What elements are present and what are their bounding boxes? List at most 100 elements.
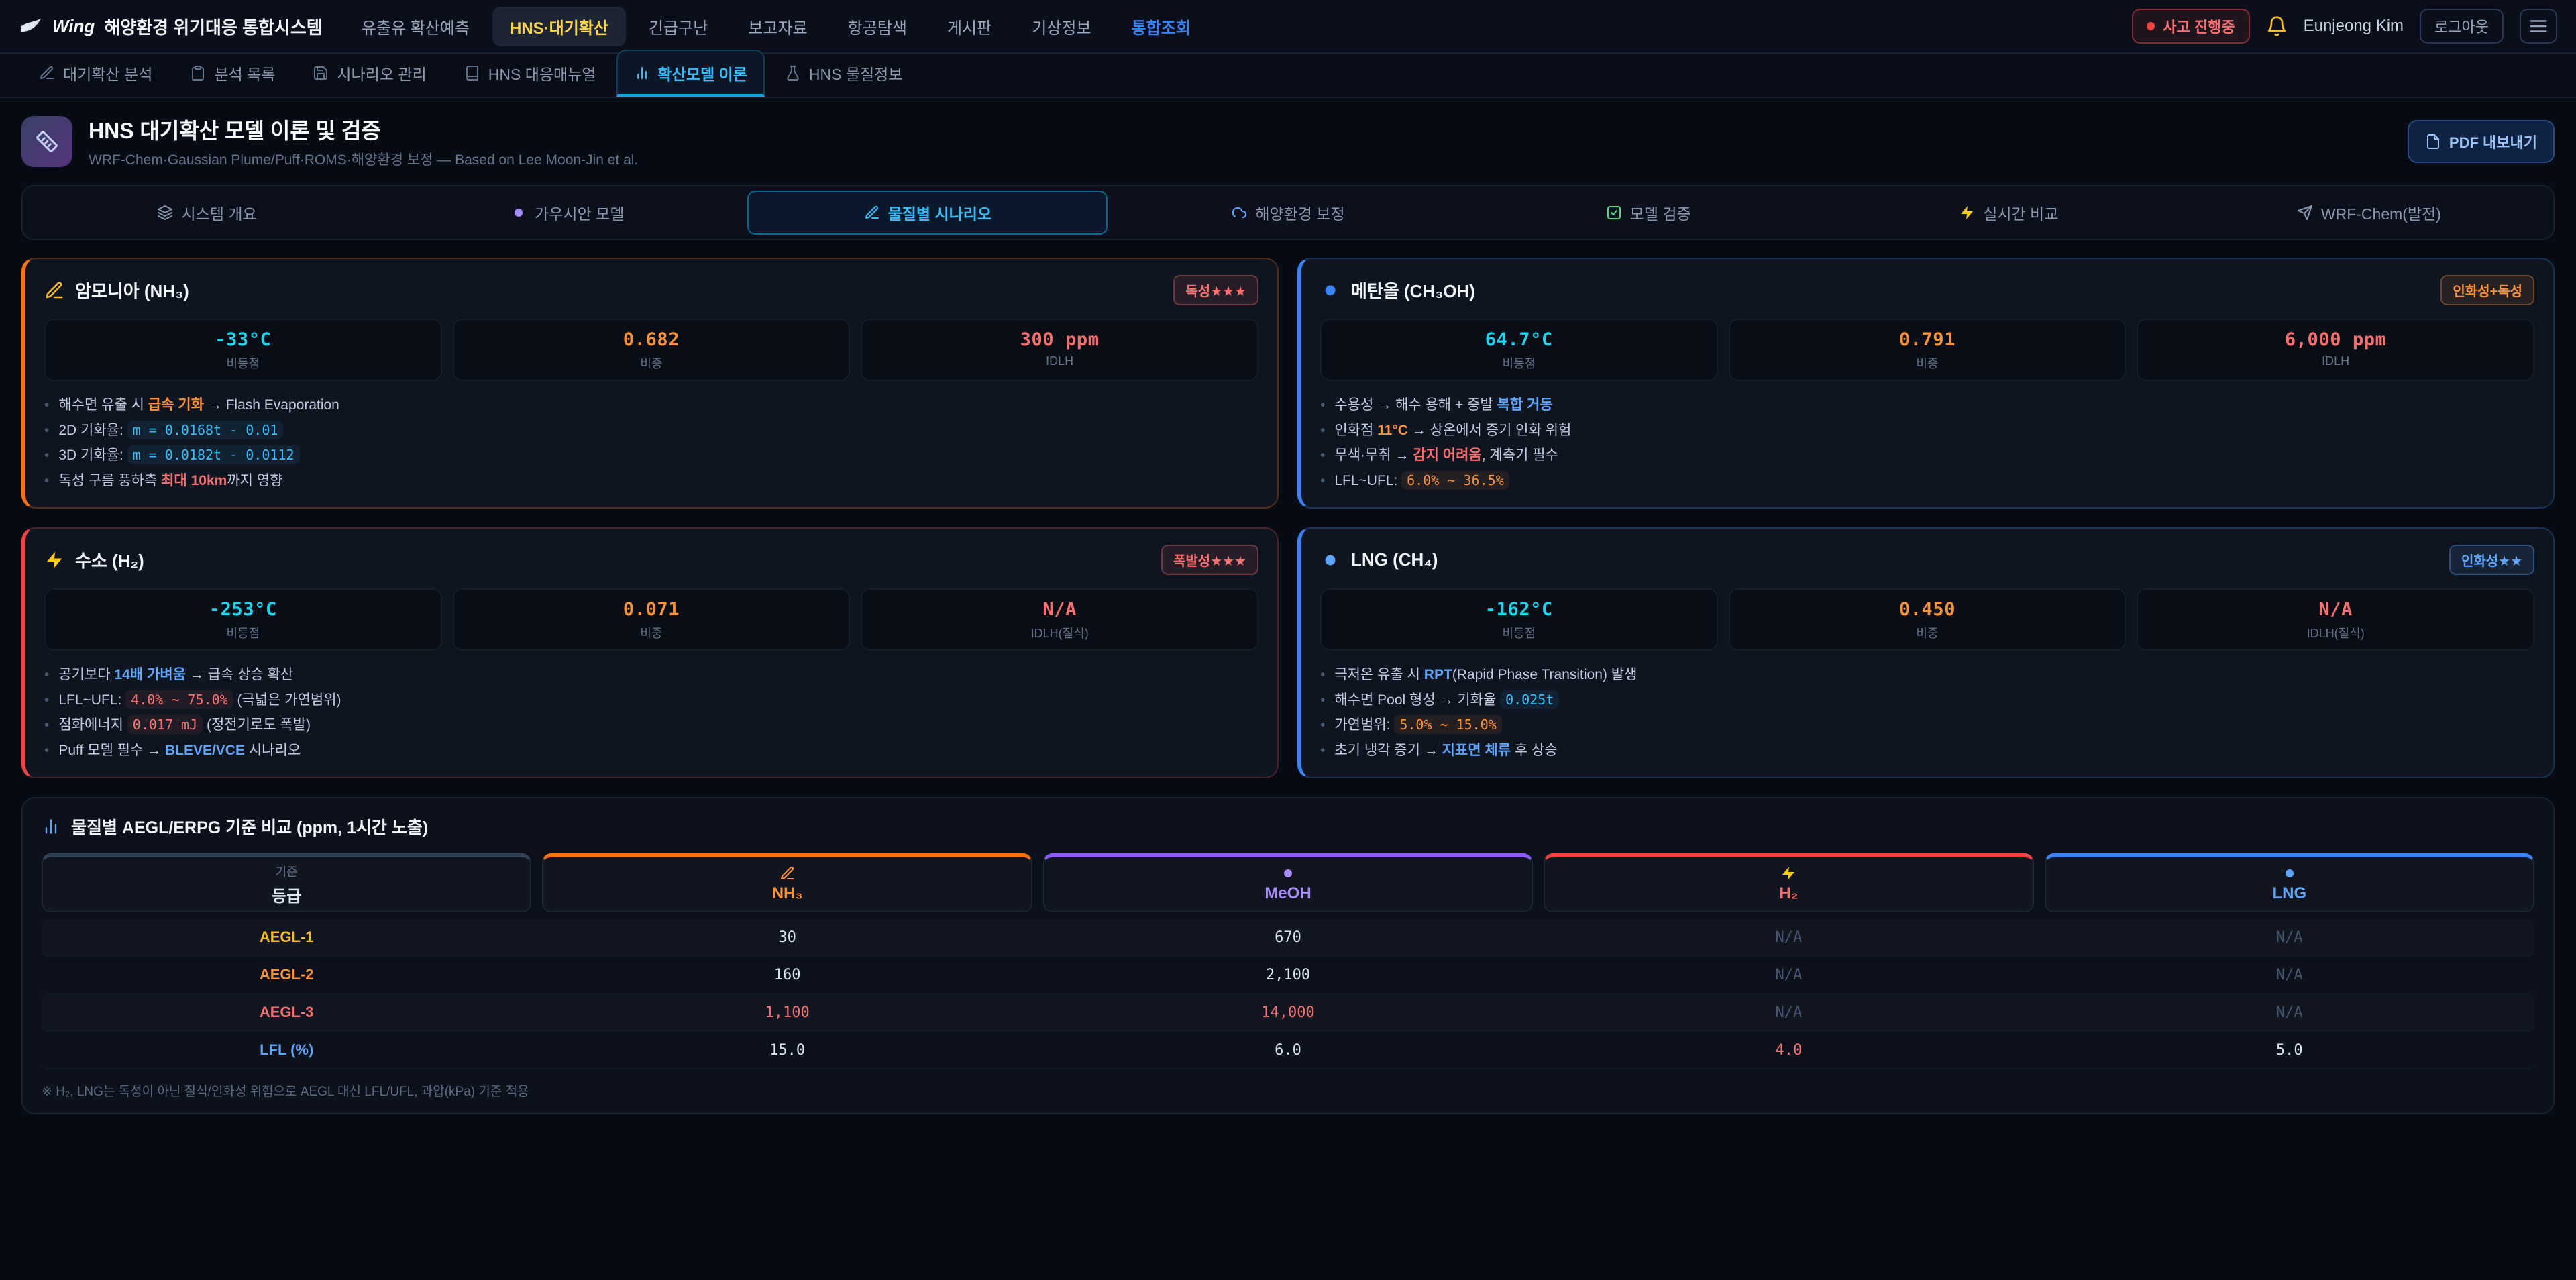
stat-label: IDLH bbox=[2143, 354, 2528, 368]
bullet-text: 초기 냉각 증기 → 지표면 체류 후 상승 bbox=[1334, 740, 1557, 761]
hamburger-icon bbox=[2528, 16, 2548, 36]
aegl-table-title: 물질별 AEGL/ERPG 기준 비교 (ppm, 1시간 노출) bbox=[71, 814, 428, 839]
logout-button[interactable]: 로그아웃 bbox=[2420, 9, 2504, 44]
bullet-text: 수용성 → 해수 용해 + 증발 복합 거동 bbox=[1334, 394, 1552, 416]
bullet-dot: • bbox=[44, 394, 49, 416]
bullet-item: •독성 구름 풍하측 최대 10km까지 영향 bbox=[44, 470, 1258, 492]
stat-value: 0.071 bbox=[460, 599, 844, 620]
stat-label: 비중 bbox=[460, 624, 844, 641]
subnav-item-analysis-list[interactable]: 분석 목록 bbox=[172, 50, 292, 97]
stat-box: 0.450비중 bbox=[1729, 588, 2127, 651]
zap-icon bbox=[1780, 865, 1796, 882]
bullet-list: •수용성 → 해수 용해 + 증발 복합 거동•인화점 11°C → 상온에서 … bbox=[1320, 394, 2534, 491]
menu-button[interactable] bbox=[2520, 9, 2557, 44]
stat-box: -162°C비등점 bbox=[1320, 588, 1718, 651]
stat-box: 64.7°C비등점 bbox=[1320, 319, 1718, 381]
dot-icon bbox=[2282, 865, 2298, 882]
dot-icon bbox=[511, 205, 527, 221]
sub-navigation: 대기확산 분석분석 목록시나리오 관리HNS 대응매뉴얼확산모델 이론HNS 물… bbox=[0, 54, 2576, 98]
brand: Wing 해양환경 위기대응 통합시스템 bbox=[19, 14, 323, 39]
table-row-4: LFL (%)15.06.04.05.0 bbox=[42, 1032, 2534, 1069]
nav-item-emergency-rescue[interactable]: 긴급구난 bbox=[631, 7, 725, 46]
subnav-item-diffusion-model-theory[interactable]: 확산모델 이론 bbox=[616, 50, 765, 97]
tab-label: WRF-Chem(발전) bbox=[2321, 201, 2441, 224]
check-icon bbox=[1606, 205, 1622, 221]
dot-icon bbox=[1320, 550, 1340, 570]
tab-substance-scenarios[interactable]: 물질별 시나리오 bbox=[747, 191, 1108, 235]
table-cell: 5.0 bbox=[2045, 1032, 2534, 1068]
subnav-item-label: HNS 대응매뉴얼 bbox=[488, 62, 596, 85]
stat-row: -162°C비등점0.450비중N/AIDLH(질식) bbox=[1320, 588, 2534, 651]
table-cell: N/A bbox=[1544, 957, 2033, 993]
dot-icon bbox=[1280, 865, 1296, 882]
subnav-item-scenario-management[interactable]: 시나리오 관리 bbox=[295, 50, 443, 97]
pdf-export-button[interactable]: PDF 내보내기 bbox=[2408, 120, 2555, 163]
column-header-label: NH₃ bbox=[772, 884, 803, 903]
risk-badge: 인화성+독성 bbox=[2440, 275, 2534, 305]
subnav-item-label: 시나리오 관리 bbox=[337, 62, 426, 85]
table-column-header-nh3: NH₃ bbox=[542, 853, 1032, 912]
incident-dot bbox=[2147, 22, 2155, 30]
bullet-item: •무색·무취 → 감지 어려움, 계측기 필수 bbox=[1320, 445, 2534, 466]
nav-item-hns-air-diffusion[interactable]: HNS·대기확산 bbox=[492, 7, 626, 46]
tab-model-validation[interactable]: 모델 검증 bbox=[1468, 191, 1829, 235]
tab-wrf-chem[interactable]: WRF-Chem(발전) bbox=[2189, 191, 2549, 235]
tab-label: 해양환경 보정 bbox=[1255, 201, 1344, 224]
bullet-item: • Puff 모델 필수 → BLEVE/VCE 시나리오 bbox=[44, 740, 1258, 761]
page-title-block: HNS 대기확산 모델 이론 및 검증 WRF-Chem·Gaussian Pl… bbox=[89, 114, 638, 169]
bullet-dot: • bbox=[44, 740, 49, 761]
card-header: LNG (CH₄)인화성★★ bbox=[1320, 545, 2534, 575]
tab-realtime-comparison[interactable]: 실시간 비교 bbox=[1829, 191, 2189, 235]
user-name: Eunjeong Kim bbox=[2304, 17, 2404, 36]
card-header: 암모니아 (NH₃)독성★★★ bbox=[44, 275, 1258, 305]
row-label: AEGL-1 bbox=[42, 919, 531, 955]
bullet-dot: • bbox=[1320, 690, 1325, 711]
dot-icon bbox=[1320, 280, 1340, 301]
save-icon bbox=[313, 65, 329, 81]
substance-card-methanol: 메탄올 (CH₃OH)인화성+독성64.7°C비등점0.791비중6,000 p… bbox=[1297, 258, 2555, 509]
nav-item-weather-info[interactable]: 기상정보 bbox=[1014, 7, 1108, 46]
card-title: 메탄올 (CH₃OH) bbox=[1351, 278, 1475, 303]
bullet-text: 독성 구름 풍하측 최대 10km까지 영향 bbox=[58, 470, 282, 492]
subnav-item-air-diffusion-analysis[interactable]: 대기확산 분석 bbox=[21, 50, 170, 97]
bullet-text: Puff 모델 필수 → BLEVE/VCE 시나리오 bbox=[58, 740, 301, 761]
nav-item-reports[interactable]: 보고자료 bbox=[731, 7, 824, 46]
table-cell: 14,000 bbox=[1043, 994, 1533, 1030]
stat-row: -33°C비등점0.682비중300 ppmIDLH bbox=[44, 319, 1258, 381]
stat-box: 300 ppmIDLH bbox=[861, 319, 1258, 381]
stat-value: 0.682 bbox=[460, 329, 844, 350]
subnav-item-hns-response-manual[interactable]: HNS 대응매뉴얼 bbox=[447, 50, 614, 97]
nav-item-integrated-search[interactable]: 통합조회 bbox=[1114, 7, 1208, 46]
table-cell: 30 bbox=[542, 919, 1032, 955]
nav-item-board[interactable]: 게시판 bbox=[930, 7, 1009, 46]
tab-marine-correction[interactable]: 해양환경 보정 bbox=[1108, 191, 1468, 235]
notifications-button[interactable] bbox=[2266, 15, 2288, 37]
stat-label: 비중 bbox=[460, 354, 844, 372]
table-cell: 2,100 bbox=[1043, 957, 1533, 993]
stat-value: 300 ppm bbox=[867, 329, 1252, 350]
nav-item-aerial-search[interactable]: 항공탐색 bbox=[830, 7, 924, 46]
table-column-header-h2: H₂ bbox=[1544, 853, 2033, 912]
incident-label: 사고 진행중 bbox=[2163, 15, 2235, 37]
layers-icon bbox=[157, 205, 173, 221]
table-column-header-criteria: 기준등급 bbox=[42, 853, 531, 912]
bullet-text: 인화점 11°C → 상온에서 증기 인화 위험 bbox=[1334, 420, 1571, 441]
nav-item-oil-spill-prediction[interactable]: 유출유 확산예측 bbox=[344, 7, 487, 46]
stat-label: 비중 bbox=[1735, 624, 2120, 641]
bullet-list: •해수면 유출 시 급속 기화 → Flash Evaporation•2D 기… bbox=[44, 394, 1258, 491]
tab-gaussian-model[interactable]: 가우시안 모델 bbox=[387, 191, 747, 235]
tab-label: 물질별 시나리오 bbox=[888, 201, 992, 224]
subnav-item-hns-substance-info[interactable]: HNS 물질정보 bbox=[767, 50, 920, 97]
bullet-text: 해수면 유출 시 급속 기화 → Flash Evaporation bbox=[58, 394, 339, 416]
bullet-text: LFL~UFL: 4.0% ~ 75.0% (극넓은 가연범위) bbox=[58, 690, 341, 711]
rocket-icon bbox=[2297, 205, 2313, 221]
tab-system-overview[interactable]: 시스템 개요 bbox=[27, 191, 387, 235]
tab-label: 모델 검증 bbox=[1630, 201, 1691, 224]
cloud-icon bbox=[1231, 205, 1247, 221]
column-header-sub: 기준 bbox=[276, 863, 298, 880]
table-cell: 670 bbox=[1043, 919, 1533, 955]
stat-value: -162°C bbox=[1327, 599, 1711, 620]
substance-card-lng: LNG (CH₄)인화성★★ -162°C비등점0.450비중N/AIDLH(질식… bbox=[1297, 527, 2555, 778]
bullet-dot: • bbox=[44, 690, 49, 711]
table-cell: 4.0 bbox=[1544, 1032, 2033, 1068]
